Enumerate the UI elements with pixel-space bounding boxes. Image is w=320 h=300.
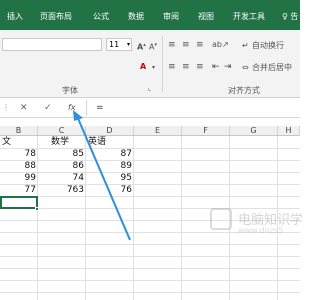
insert-function-button[interactable]: fx xyxy=(68,103,76,113)
align-left-icon[interactable]: ≡ xyxy=(168,62,176,72)
column-header-d[interactable]: D xyxy=(86,126,134,136)
enter-button[interactable]: ✓ xyxy=(44,103,52,113)
cell-c5[interactable]: 763 xyxy=(38,184,86,196)
cancel-button[interactable]: ✕ xyxy=(20,103,28,113)
alignment-group-label: 对齐方式 xyxy=(228,86,260,95)
column-header-g[interactable]: G xyxy=(230,126,278,136)
formula-bar: ⋮ ✕ ✓ fx = xyxy=(0,98,300,118)
gridline xyxy=(0,268,300,269)
cell-b3[interactable]: 88 xyxy=(0,160,38,172)
cell-d5[interactable]: 76 xyxy=(86,184,134,196)
gridline xyxy=(0,292,300,293)
dialog-launcher-icon[interactable]: ⌞ xyxy=(148,83,151,93)
column-header-f[interactable]: F xyxy=(182,126,230,136)
cell-d1[interactable]: 英语 xyxy=(86,136,134,148)
cell-c1[interactable]: 数学 xyxy=(38,136,86,148)
formula-input[interactable]: = xyxy=(96,103,104,113)
cell-b2[interactable]: 78 xyxy=(0,148,38,160)
column-header-b[interactable]: B xyxy=(0,126,38,136)
font-group-label: 字体 xyxy=(62,86,78,95)
cell-b4[interactable]: 99 xyxy=(0,172,38,184)
watermark-logo xyxy=(210,208,232,230)
gridline xyxy=(0,196,300,197)
group-divider xyxy=(162,36,163,92)
font-name-select[interactable] xyxy=(2,38,102,51)
increase-indent-icon[interactable]: ⇥ xyxy=(224,62,232,72)
shrink-font-icon[interactable]: A▾ xyxy=(149,40,157,53)
cell-d4[interactable]: 95 xyxy=(86,172,134,184)
merge-center-button[interactable]: 合并后居中 xyxy=(252,63,292,73)
ribbon-tab-bar: 插入 页面布局 公式 数据 审阅 视图 开发工具 ♀ 告 xyxy=(0,0,300,30)
column-header-e[interactable]: E xyxy=(134,126,182,136)
tab-page-layout[interactable]: 页面布局 xyxy=(40,11,72,22)
tab-data[interactable]: 数据 xyxy=(128,11,144,22)
tell-me-box[interactable]: ♀ 告 xyxy=(282,11,298,22)
chevron-down-icon: ▾ xyxy=(126,41,130,48)
selected-cell[interactable] xyxy=(0,196,38,209)
font-color-icon[interactable]: A xyxy=(140,62,146,72)
align-middle-icon[interactable]: ≡ xyxy=(182,40,190,50)
cell-d3[interactable]: 89 xyxy=(86,160,134,172)
wrap-text-button[interactable]: 自动换行 xyxy=(252,41,284,51)
tab-view[interactable]: 视图 xyxy=(198,11,214,22)
divider xyxy=(86,100,87,116)
cell-b5[interactable]: 77 xyxy=(0,184,38,196)
column-header-c[interactable]: C xyxy=(38,126,86,136)
cell-d2[interactable]: 87 xyxy=(86,148,134,160)
align-bottom-icon[interactable]: ≡ xyxy=(196,40,204,50)
gridline xyxy=(0,280,300,281)
font-size-value: 11 xyxy=(109,40,120,49)
align-top-icon[interactable]: ≡ xyxy=(168,40,176,50)
merge-center-icon: ⇔ xyxy=(242,63,249,72)
name-box-resize-icon[interactable]: ⋮ xyxy=(2,103,10,113)
cell-c4[interactable]: 74 xyxy=(38,172,86,184)
watermark-url: www.dnzs5 xyxy=(238,226,284,235)
orientation-icon[interactable]: ab↗ xyxy=(212,40,229,50)
fill-handle[interactable] xyxy=(35,207,39,211)
tab-insert[interactable]: 插入 xyxy=(7,11,23,22)
cell-c2[interactable]: 85 xyxy=(38,148,86,160)
column-header-h[interactable]: H xyxy=(278,126,300,136)
align-right-icon[interactable]: ≡ xyxy=(196,62,204,72)
wrap-text-icon: ↵ xyxy=(242,41,249,50)
tab-formulas[interactable]: 公式 xyxy=(93,11,109,22)
decrease-indent-icon[interactable]: ⇤ xyxy=(212,62,220,72)
cell-c3[interactable]: 86 xyxy=(38,160,86,172)
font-size-select[interactable]: 11 ▾ xyxy=(106,38,132,51)
grow-font-icon[interactable]: A▴ xyxy=(137,40,146,53)
worksheet-grid[interactable]: B C D E F G H 文 数学 英语 78 85 87 88 86 89 … xyxy=(0,126,303,300)
align-center-icon[interactable]: ≡ xyxy=(182,62,190,72)
tab-developer[interactable]: 开发工具 xyxy=(233,11,265,22)
gridline xyxy=(0,256,300,257)
ribbon: 11 ▾ A▴ A▾ A ▾ ⌞ 字体 ≡ ≡ ≡ ab↗ ≡ ≡ ≡ ⇤ ⇥ ↵… xyxy=(0,30,300,98)
tab-review[interactable]: 审阅 xyxy=(163,11,179,22)
watermark: 电脑知识学 www.dnzs5 xyxy=(210,206,303,246)
chevron-down-icon[interactable]: ▾ xyxy=(152,63,155,73)
cell-b1[interactable]: 文 xyxy=(0,136,38,148)
